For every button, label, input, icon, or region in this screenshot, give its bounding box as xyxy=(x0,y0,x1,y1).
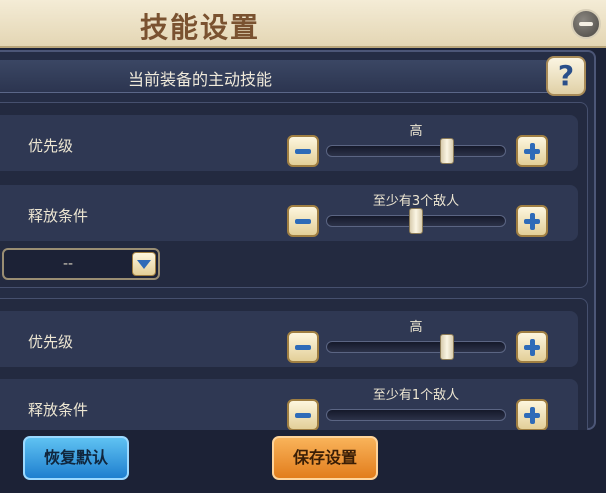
plus-icon-vertical xyxy=(530,339,535,356)
priority-label: 优先级 xyxy=(28,333,74,351)
minus-icon xyxy=(295,219,311,224)
condition-slider-track[interactable] xyxy=(326,409,506,421)
condition-label: 释放条件 xyxy=(28,207,89,225)
minus-icon xyxy=(295,345,311,350)
help-icon[interactable]: ? xyxy=(546,56,586,96)
condition-value: 至少有1个敌人 xyxy=(372,388,460,403)
plus-icon-vertical xyxy=(530,143,535,160)
condition-row: 释放条件 至少有3个敌人 xyxy=(0,185,578,241)
priority-decrease-button[interactable] xyxy=(287,135,319,167)
section-title: 当前装备的主动技能 xyxy=(127,70,272,89)
plus-icon-vertical xyxy=(530,407,535,424)
select-value: -- xyxy=(62,256,74,272)
window-title: 技能设置 xyxy=(139,11,260,44)
condition-label: 释放条件 xyxy=(28,401,89,419)
priority-slider-track[interactable] xyxy=(326,341,506,353)
chevron-down-icon[interactable] xyxy=(132,252,156,276)
title-bar: 技能设置 xyxy=(0,0,606,48)
condition-decrease-button[interactable] xyxy=(287,205,319,237)
priority-slider-track[interactable] xyxy=(326,145,506,157)
condition-increase-button[interactable] xyxy=(516,399,548,431)
minus-icon xyxy=(295,413,311,418)
condition-increase-button[interactable] xyxy=(516,205,548,237)
priority-decrease-button[interactable] xyxy=(287,331,319,363)
priority-row: 优先级 高 xyxy=(0,115,578,171)
minus-icon xyxy=(295,149,311,154)
condition-slider-thumb[interactable] xyxy=(409,208,423,234)
plus-icon-vertical xyxy=(530,213,535,230)
priority-increase-button[interactable] xyxy=(516,135,548,167)
priority-increase-button[interactable] xyxy=(516,331,548,363)
skill-group-2: 优先级 高 释放条件 至少有1个敌人 xyxy=(0,298,588,431)
condition-decrease-button[interactable] xyxy=(287,399,319,431)
section-header: 当前装备的主动技能 xyxy=(0,60,580,93)
priority-slider-thumb[interactable] xyxy=(439,334,454,360)
priority-label: 优先级 xyxy=(28,137,74,155)
priority-value: 高 xyxy=(409,320,423,335)
priority-slider-thumb[interactable] xyxy=(439,138,454,164)
minimize-icon[interactable] xyxy=(571,9,601,39)
condition-row: 释放条件 至少有1个敌人 xyxy=(0,379,578,431)
condition-value: 至少有3个敌人 xyxy=(372,194,460,209)
priority-value: 高 xyxy=(409,124,423,139)
condition-target-select[interactable]: -- xyxy=(2,248,160,280)
restore-defaults-button[interactable]: 恢复默认 xyxy=(23,436,129,480)
priority-row: 优先级 高 xyxy=(0,311,578,367)
save-settings-button[interactable]: 保存设置 xyxy=(272,436,378,480)
